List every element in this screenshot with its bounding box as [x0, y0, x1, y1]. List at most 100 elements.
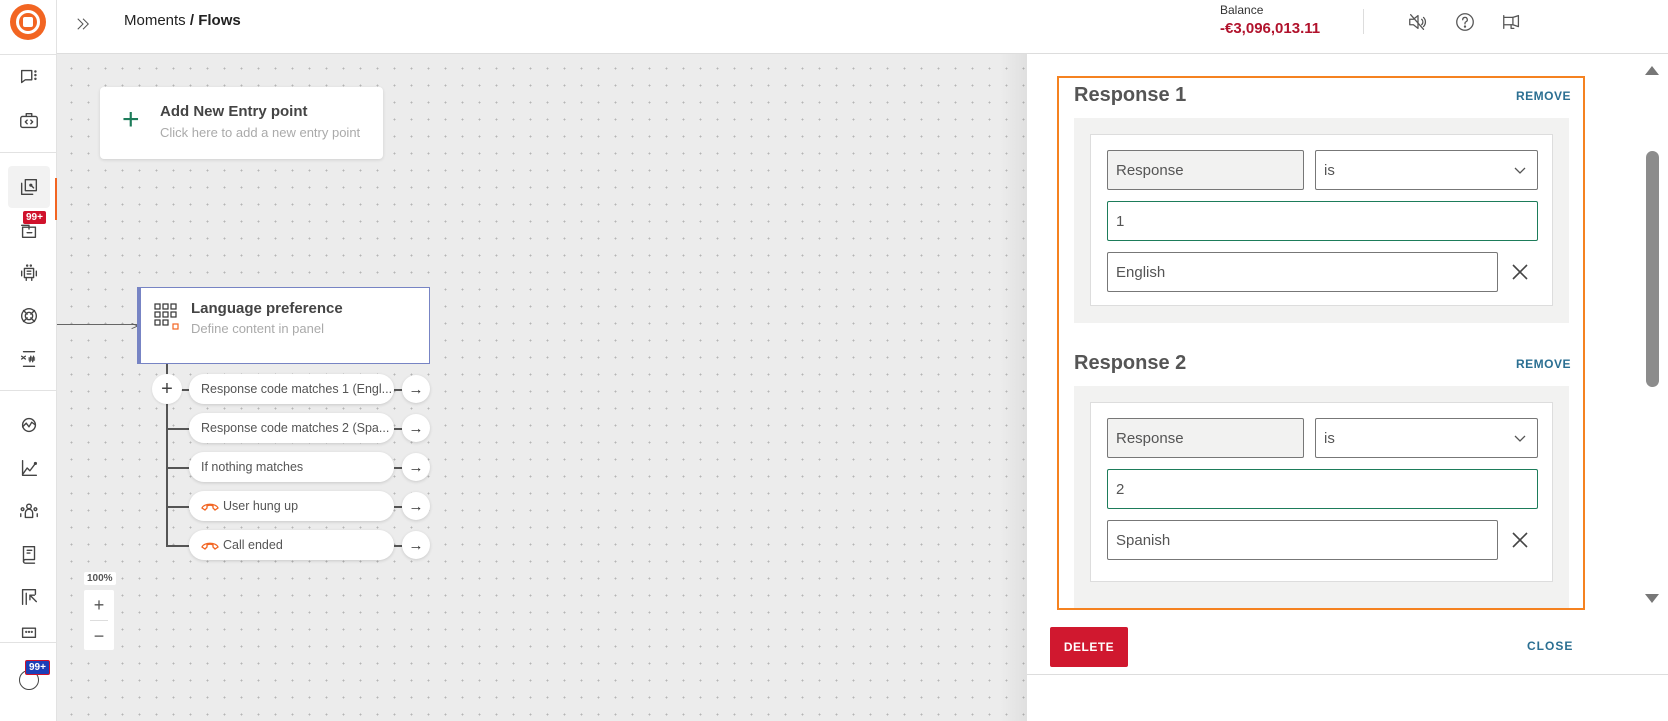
announcement-icon [1503, 14, 1520, 30]
export-icon [21, 588, 38, 606]
sidebar-item-documentation[interactable] [8, 533, 50, 575]
branch-go-button[interactable]: → [402, 531, 430, 559]
response-2-clear-button[interactable] [1508, 528, 1532, 552]
branch-go-button[interactable]: → [402, 414, 430, 442]
response-2-operator-select[interactable]: is [1315, 418, 1538, 458]
top-header: Moments / Flows Balance -€3,096,013.11 [57, 0, 1668, 54]
branch-connector [394, 389, 402, 391]
zoom-in-button[interactable]: + [84, 590, 114, 620]
sidebar: 99+ 99+ [0, 0, 58, 721]
chart-icon [21, 459, 38, 477]
flow-canvas[interactable]: + Add New Entry point Click here to add … [57, 54, 1027, 721]
inbox-badge: 99+ [23, 211, 46, 224]
book-icon [22, 545, 36, 564]
balance: Balance -€3,096,013.11 [1220, 3, 1320, 37]
branch-response-1[interactable]: Response code matches 1 (Engl... [189, 374, 394, 404]
response-1-clear-button[interactable] [1508, 260, 1532, 284]
response-1-value-input[interactable]: 1 [1107, 201, 1538, 241]
hangup-icon [201, 503, 219, 511]
hashtag-icon [20, 350, 36, 368]
node-settings-panel: Response 1 REMOVE Response is 1 English [1027, 54, 1668, 721]
branch-connector [166, 545, 189, 547]
branch-connector [394, 545, 402, 547]
notifications-badge: 99+ [25, 660, 50, 675]
sidebar-item-conversations[interactable] [8, 56, 50, 98]
sidebar-item-more[interactable] [8, 619, 50, 641]
chat-icon [20, 69, 37, 84]
branch-connector [394, 428, 402, 430]
branch-call-ended[interactable]: Call ended [189, 530, 394, 560]
branch-connector [166, 428, 189, 430]
sidebar-item-ai[interactable] [8, 295, 50, 337]
moments-icon [20, 178, 38, 196]
balance-value: -€3,096,013.11 [1220, 20, 1321, 37]
branch-label: Response code matches 1 (Engl... [201, 382, 393, 396]
branch-no-match[interactable]: If nothing matches [189, 452, 394, 482]
branch-go-button[interactable]: → [402, 492, 430, 520]
sidebar-item-numbers[interactable] [8, 338, 50, 380]
sidebar-divider [0, 642, 57, 643]
response-2-remove-button[interactable]: REMOVE [1516, 357, 1571, 371]
help-button[interactable] [1452, 9, 1478, 35]
branch-go-button[interactable]: → [402, 375, 430, 403]
hangup-icon [201, 542, 219, 550]
branch-label: Call ended [223, 538, 283, 552]
close-button[interactable]: CLOSE [1527, 639, 1573, 653]
sidebar-divider [0, 152, 57, 153]
branch-user-hung-up[interactable]: User hung up [189, 491, 394, 521]
scroll-thumb[interactable] [1646, 151, 1659, 387]
help-icon [1456, 13, 1474, 31]
response-2-label-input[interactable]: Spanish [1107, 520, 1498, 560]
ivr-keypad-icon [154, 303, 179, 330]
plus-icon: + [122, 103, 140, 136]
panel-shadow [1000, 54, 1030, 721]
response-2-condition: Response is 2 Spanish [1090, 402, 1553, 582]
branch-label: Response code matches 2 (Spa... [201, 421, 390, 435]
sidebar-item-moments[interactable] [8, 166, 50, 208]
flow-node-language-preference[interactable]: Language preference Define content in pa… [137, 287, 430, 364]
sidebar-item-integrations[interactable] [8, 404, 50, 446]
branch-response-2[interactable]: Response code matches 2 (Spa... [189, 413, 394, 443]
add-branch-button[interactable]: + [152, 374, 182, 404]
panel-bottom-border [1027, 674, 1668, 675]
breadcrumb-parent[interactable]: Moments [124, 12, 186, 29]
sidebar-item-analytics[interactable] [8, 447, 50, 489]
incoming-connector [57, 324, 137, 325]
branch-go-button[interactable]: → [402, 453, 430, 481]
operator-value: is [1324, 429, 1335, 447]
announcements-button[interactable] [1499, 9, 1525, 35]
response-1-operator-select[interactable]: is [1315, 150, 1538, 190]
code-briefcase-icon [20, 112, 38, 129]
sidebar-item-developer-tools[interactable] [8, 100, 50, 142]
ai-icon [20, 307, 38, 325]
branch-connector [166, 506, 189, 508]
response-1-label-input[interactable]: English [1107, 252, 1498, 292]
scroll-up-arrow[interactable] [1645, 66, 1659, 75]
zoom-out-button[interactable]: − [84, 621, 114, 651]
response-1-remove-button[interactable]: REMOVE [1516, 89, 1571, 103]
response-2-value-input[interactable]: 2 [1107, 469, 1538, 509]
entry-point-title: Add New Entry point [160, 103, 308, 120]
sidebar-divider [0, 54, 57, 55]
robot-icon [20, 264, 38, 282]
people-icon [20, 503, 38, 519]
responses-container: Response 1 REMOVE Response is 1 English [1057, 76, 1585, 610]
scroll-down-arrow[interactable] [1645, 594, 1659, 603]
expand-sidebar-button[interactable] [69, 10, 97, 38]
branch-label: User hung up [223, 499, 299, 513]
delete-button[interactable]: DELETE [1050, 627, 1128, 667]
response-1-condition: Response is 1 English [1090, 134, 1553, 306]
add-entry-point-card[interactable]: + Add New Entry point Click here to add … [100, 87, 383, 159]
panel-scrollbar[interactable] [1641, 58, 1661, 608]
mute-button[interactable] [1405, 9, 1431, 35]
entry-point-subtitle: Click here to add a new entry point [160, 125, 361, 140]
sidebar-item-exports[interactable] [8, 576, 50, 618]
response-1-field: Response [1107, 150, 1304, 190]
close-icon [1512, 532, 1528, 548]
logo[interactable] [10, 4, 46, 40]
sidebar-item-people[interactable] [8, 490, 50, 532]
sidebar-item-chatbots[interactable] [8, 252, 50, 294]
sidebar-divider [0, 390, 57, 391]
branch-connector [394, 467, 402, 469]
header-divider [1363, 9, 1364, 34]
